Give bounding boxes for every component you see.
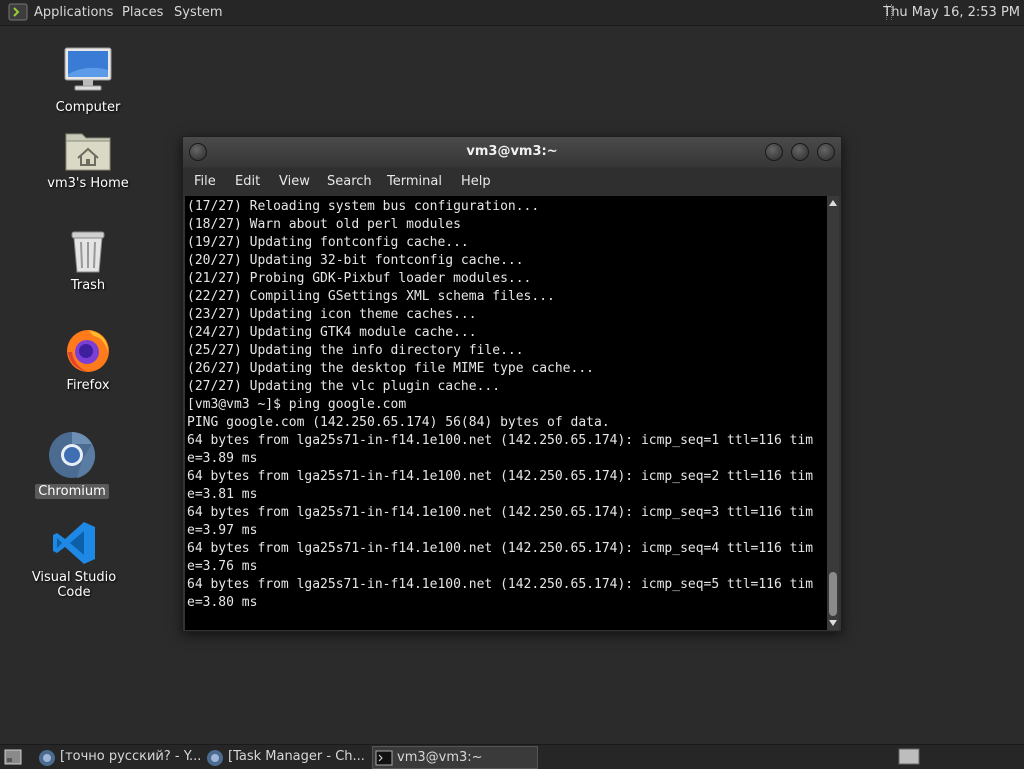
output-line: e=3.89 ms	[187, 451, 258, 466]
output-line: (17/27) Reloading system bus configurati…	[187, 199, 540, 214]
menu-file[interactable]: File	[194, 174, 216, 189]
taskbar-item-label: [Task Manager - Ch...	[228, 749, 365, 764]
output-line: PING google.com (142.250.65.174) 56(84) …	[187, 415, 610, 430]
output-line: e=3.76 ms	[187, 559, 258, 574]
trash-icon	[71, 231, 105, 273]
top-panel: Applications Places System Thu May 16, 2…	[0, 0, 1024, 26]
output-line: (19/27) Updating fontconfig cache...	[187, 235, 469, 250]
taskbar-item-label: [точно русский? - Y...	[60, 749, 202, 764]
window-titlebar[interactable]: vm3@vm3:~	[183, 137, 841, 167]
output-line: 64 bytes from lga25s71-in-f14.1e100.net …	[187, 433, 814, 448]
scrollbar-thumb[interactable]	[829, 572, 837, 616]
taskbar-item[interactable]: [точно русский? - Y...	[36, 746, 202, 767]
desktop-icon-label: Chromium	[35, 484, 109, 499]
menu-view[interactable]: View	[279, 174, 310, 189]
vscode-icon	[53, 522, 95, 564]
taskbar-item-active[interactable]: vm3@vm3:~	[372, 746, 538, 769]
close-button[interactable]	[817, 143, 835, 161]
minimize-button[interactable]	[765, 143, 783, 161]
home-folder-icon	[65, 133, 111, 171]
menu-terminal[interactable]: Terminal	[387, 174, 442, 189]
applications-logo-icon[interactable]	[8, 3, 28, 21]
output-line: (27/27) Updating the vlc plugin cache...	[187, 379, 501, 394]
desktop-icon-trash[interactable]: Trash	[33, 228, 143, 293]
workspace-switcher-icon[interactable]	[898, 748, 920, 765]
output-line: (20/27) Updating 32-bit fontconfig cache…	[187, 253, 524, 268]
menu-search[interactable]: Search	[327, 174, 372, 189]
menu-edit[interactable]: Edit	[235, 174, 260, 189]
output-line: (21/27) Probing GDK-Pixbuf loader module…	[187, 271, 532, 286]
maximize-button[interactable]	[791, 143, 809, 161]
firefox-icon	[67, 330, 109, 372]
desktop-icon-firefox[interactable]: Firefox	[33, 326, 143, 393]
desktop-icon-home[interactable]: vm3's Home	[33, 128, 143, 191]
output-line: (24/27) Updating GTK4 module cache...	[187, 325, 477, 340]
desktop-icon-label: Computer	[55, 100, 121, 115]
output-line: 64 bytes from lga25s71-in-f14.1e100.net …	[187, 469, 814, 484]
desktop-icon-vscode[interactable]: Visual Studio Code	[19, 520, 129, 600]
menu-places[interactable]: Places	[122, 5, 163, 20]
output-line: e=3.81 ms	[187, 487, 258, 502]
taskbar-item[interactable]: [Task Manager - Ch...	[204, 746, 370, 767]
window-menu-button[interactable]	[189, 143, 207, 161]
clock[interactable]: Thu May 16, 2:53 PM	[883, 5, 1020, 20]
scroll-down-arrow-icon[interactable]	[829, 620, 837, 626]
desktop-icon-label: Visual Studio Code	[31, 570, 117, 600]
bottom-taskbar: [точно русский? - Y... [Task Manager - C…	[0, 744, 1024, 769]
taskbar-item-label: vm3@vm3:~	[397, 750, 483, 765]
menu-applications[interactable]: Applications	[34, 5, 113, 20]
output-line: e=3.97 ms	[187, 523, 258, 538]
output-line: 64 bytes from lga25s71-in-f14.1e100.net …	[187, 541, 814, 556]
terminal-menubar: File Edit View Search Terminal Help	[183, 168, 841, 196]
output-line: 64 bytes from lga25s71-in-f14.1e100.net …	[187, 577, 814, 592]
output-line: e=3.80 ms	[187, 595, 258, 610]
computer-icon	[64, 47, 112, 91]
output-line: 64 bytes from lga25s71-in-f14.1e100.net …	[187, 505, 814, 520]
output-line: (25/27) Updating the info directory file…	[187, 343, 524, 358]
show-desktop-icon[interactable]	[4, 749, 22, 765]
output-line: (23/27) Updating icon theme caches...	[187, 307, 477, 322]
desktop-icon-label: Trash	[70, 278, 106, 293]
desktop-icon-computer[interactable]: Computer	[33, 46, 143, 115]
desktop-icon-chromium[interactable]: Chromium	[17, 430, 127, 499]
menu-help[interactable]: Help	[461, 174, 491, 189]
output-line: (22/27) Compiling GSettings XML schema f…	[187, 289, 555, 304]
terminal-output[interactable]: (17/27) Reloading system bus configurati…	[185, 196, 827, 630]
desktop-icon-label: Firefox	[66, 378, 110, 393]
desktop-icon-label: vm3's Home	[47, 176, 129, 191]
output-line: [vm3@vm3 ~]$ ping google.com	[187, 397, 407, 412]
terminal-scrollbar[interactable]	[827, 196, 839, 630]
terminal-window[interactable]: vm3@vm3:~ File Edit View Search Terminal…	[182, 136, 842, 632]
menu-system[interactable]: System	[174, 5, 222, 20]
terminal-icon	[375, 750, 393, 766]
chromium-icon	[49, 432, 96, 478]
output-line: (26/27) Updating the desktop file MIME t…	[187, 361, 594, 376]
browser-icon	[207, 750, 223, 766]
browser-icon	[39, 750, 55, 766]
scroll-up-arrow-icon[interactable]	[829, 200, 837, 206]
window-title: vm3@vm3:~	[466, 144, 558, 159]
output-line: (18/27) Warn about old perl modules	[187, 217, 461, 232]
